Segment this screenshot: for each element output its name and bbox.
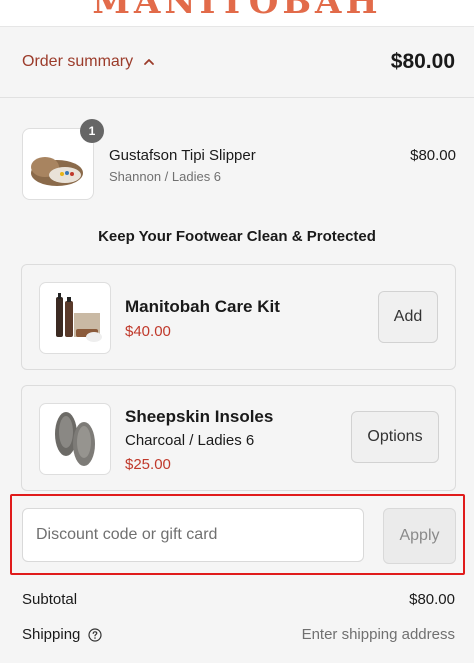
brand-header: MANITOBAH xyxy=(0,0,474,27)
shipping-label: Shipping xyxy=(22,626,81,643)
insoles-thumbnail xyxy=(39,403,111,475)
item-variant: Shannon / Ladies 6 xyxy=(109,169,222,184)
help-circle-icon[interactable] xyxy=(88,627,102,642)
subtotal-label: Subtotal xyxy=(22,591,78,608)
line-item: 1 Gustafson Tipi Slipper Shannon / Ladie… xyxy=(22,119,456,200)
shipping-value: Enter shipping address xyxy=(301,626,455,643)
upsell-card-insoles: Sheepskin Insoles Charcoal / Ladies 6 $2… xyxy=(21,385,456,491)
add-care-kit-button[interactable]: Add xyxy=(378,291,438,343)
upsell-card-care-kit: Manitobah Care Kit $40.00 Add xyxy=(21,264,456,370)
order-summary-toggle[interactable]: Order summary $80.00 xyxy=(0,27,474,98)
brand-logo-text: MANITOBAH xyxy=(92,0,382,22)
upsell-title: Sheepskin Insoles xyxy=(125,407,274,426)
item-name: Gustafson Tipi Slipper xyxy=(109,147,256,164)
chevron-up-icon xyxy=(144,59,155,65)
upsell-title: Manitobah Care Kit xyxy=(125,297,280,316)
product-thumbnail: 1 xyxy=(22,119,104,200)
insoles-image xyxy=(55,412,95,466)
insoles-options-button[interactable]: Options xyxy=(351,411,439,463)
upsell-price: $40.00 xyxy=(125,323,171,340)
order-summary-label: Order summary xyxy=(22,53,134,70)
order-total: $80.00 xyxy=(390,50,455,73)
order-summary-toggle-left[interactable]: Order summary xyxy=(22,53,155,71)
care-kit-thumbnail xyxy=(39,282,111,354)
discount-section: Apply xyxy=(10,494,465,575)
slipper-image xyxy=(31,157,83,186)
apply-discount-button[interactable]: Apply xyxy=(383,508,456,564)
item-price: $80.00 xyxy=(410,147,456,164)
upsell-heading: Keep Your Footwear Clean & Protected xyxy=(98,228,376,245)
upsell-price: $25.00 xyxy=(125,456,171,473)
quantity-badge: 1 xyxy=(80,119,104,143)
care-kit-image xyxy=(56,293,102,342)
upsell-variant: Charcoal / Ladies 6 xyxy=(125,432,255,449)
discount-code-input[interactable] xyxy=(22,508,364,562)
subtotal-value: $80.00 xyxy=(409,591,455,608)
